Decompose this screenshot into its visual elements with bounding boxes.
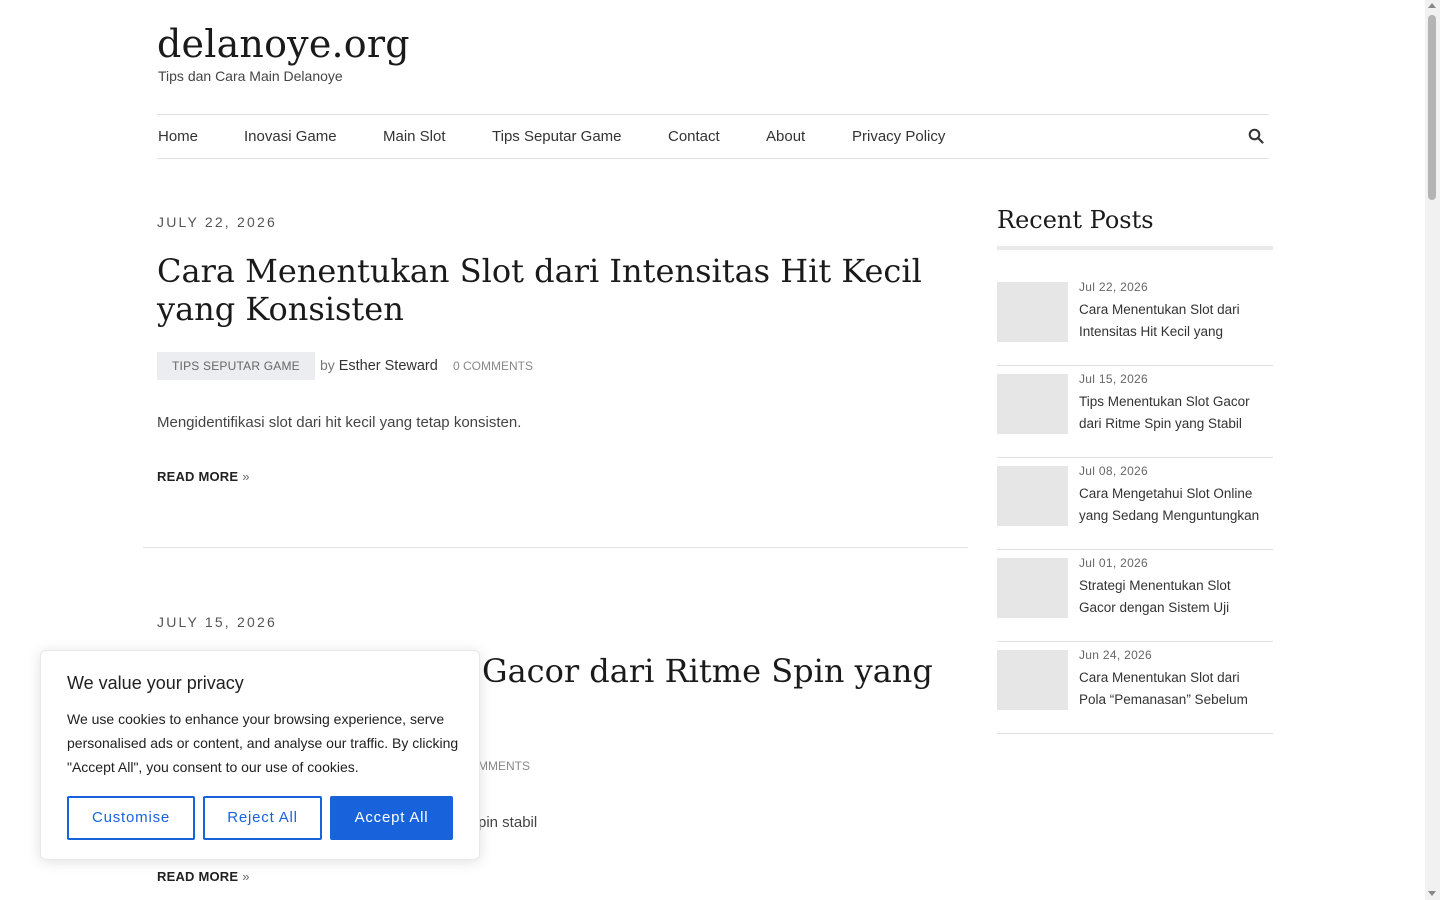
scrollbar-thumb[interactable] <box>1428 15 1436 200</box>
double-chevron-right-icon: » <box>242 869 250 884</box>
nav-item-about[interactable]: About <box>766 128 805 145</box>
recent-post-date: Jul 01, 2026 <box>1079 556 1148 570</box>
post-divider <box>143 547 968 548</box>
post-author-link[interactable]: Esther Steward <box>339 358 438 374</box>
recent-post-date: Jul 15, 2026 <box>1079 372 1148 386</box>
nav-item-contact[interactable]: Contact <box>668 128 720 145</box>
post-title[interactable]: Gacor dari Ritme Spin yang <box>482 652 962 690</box>
sidebar-title: Recent Posts <box>997 206 1154 234</box>
recent-post-item[interactable]: Jun 24, 2026 Cara Menentukan Slot dari P… <box>997 642 1273 734</box>
read-more-link[interactable]: READ MORE» <box>157 469 250 484</box>
recent-post-title[interactable]: Cara Mengetahui Slot Online yang Sedang … <box>1079 483 1269 527</box>
post-thumbnail[interactable] <box>997 374 1068 434</box>
comments-link[interactable]: 0 COMMENTS <box>453 359 533 373</box>
recent-post-item[interactable]: Jul 22, 2026 Cara Menentukan Slot dari I… <box>997 274 1273 366</box>
nav-item-inovasi-game[interactable]: Inovasi Game <box>244 128 337 145</box>
post-thumbnail[interactable] <box>997 466 1068 526</box>
post-date: JULY 15, 2026 <box>157 614 277 630</box>
read-more-label: READ MORE <box>157 469 239 484</box>
nav-item-privacy-policy[interactable]: Privacy Policy <box>852 128 945 145</box>
page-scrollbar[interactable] <box>1425 0 1440 900</box>
byline-prefix: by <box>320 357 335 373</box>
recent-post-title[interactable]: Cara Menentukan Slot dari Pola “Pemanasa… <box>1079 667 1269 711</box>
recent-post-title[interactable]: Tips Menentukan Slot Gacor dari Ritme Sp… <box>1079 391 1269 435</box>
accept-all-button[interactable]: Accept All <box>330 796 453 840</box>
post-thumbnail[interactable] <box>997 558 1068 618</box>
comments-link[interactable]: MMENTS <box>478 759 530 773</box>
post-byline: by Esther Steward <box>320 357 438 374</box>
category-badge[interactable]: TIPS SEPUTAR GAME <box>157 352 315 380</box>
cookie-description: We use cookies to enhance your browsing … <box>67 711 459 775</box>
nav-item-tips-seputar-game[interactable]: Tips Seputar Game <box>492 128 622 145</box>
recent-post-title[interactable]: Cara Menentukan Slot dari Intensitas Hit… <box>1079 299 1269 343</box>
recent-post-title[interactable]: Strategi Menentukan Slot Gacor dengan Si… <box>1079 575 1269 619</box>
nav-item-main-slot[interactable]: Main Slot <box>383 128 446 145</box>
post-excerpt: pin stabil <box>478 814 538 831</box>
customise-button[interactable]: Customise <box>67 796 195 840</box>
read-more-link[interactable]: READ MORE» <box>157 869 250 884</box>
sidebar-title-underline <box>997 246 1273 250</box>
recent-post-date: Jun 24, 2026 <box>1079 648 1152 662</box>
site-tagline: Tips dan Cara Main Delanoye <box>158 68 343 84</box>
cookie-consent-popup: We value your privacy We use cookies to … <box>40 650 480 860</box>
nav-item-home[interactable]: Home <box>158 128 198 145</box>
recent-post-item[interactable]: Jul 15, 2026 Tips Menentukan Slot Gacor … <box>997 366 1273 458</box>
recent-post-item[interactable]: Jul 08, 2026 Cara Mengetahui Slot Online… <box>997 458 1273 550</box>
site-title[interactable]: delanoye.org <box>157 22 410 66</box>
reject-all-button[interactable]: Reject All <box>203 796 322 840</box>
read-more-label: READ MORE <box>157 869 239 884</box>
scroll-up-arrow-icon[interactable] <box>1428 3 1436 8</box>
recent-post-date: Jul 08, 2026 <box>1079 464 1148 478</box>
double-chevron-right-icon: » <box>242 469 250 484</box>
main-navigation: Home Inovasi Game Main Slot Tips Seputar… <box>157 114 1269 159</box>
post-thumbnail[interactable] <box>997 650 1068 710</box>
post-excerpt: Mengidentifikasi slot dari hit kecil yan… <box>157 414 522 431</box>
search-icon[interactable] <box>1248 128 1264 144</box>
post-thumbnail[interactable] <box>997 282 1068 342</box>
post-title[interactable]: Cara Menentukan Slot dari Intensitas Hit… <box>157 252 947 328</box>
recent-post-item[interactable]: Jul 01, 2026 Strategi Menentukan Slot Ga… <box>997 550 1273 642</box>
recent-post-date: Jul 22, 2026 <box>1079 280 1148 294</box>
post-date: JULY 22, 2026 <box>157 214 277 230</box>
cookie-title: We value your privacy <box>67 673 244 693</box>
scroll-down-arrow-icon[interactable] <box>1428 891 1436 896</box>
